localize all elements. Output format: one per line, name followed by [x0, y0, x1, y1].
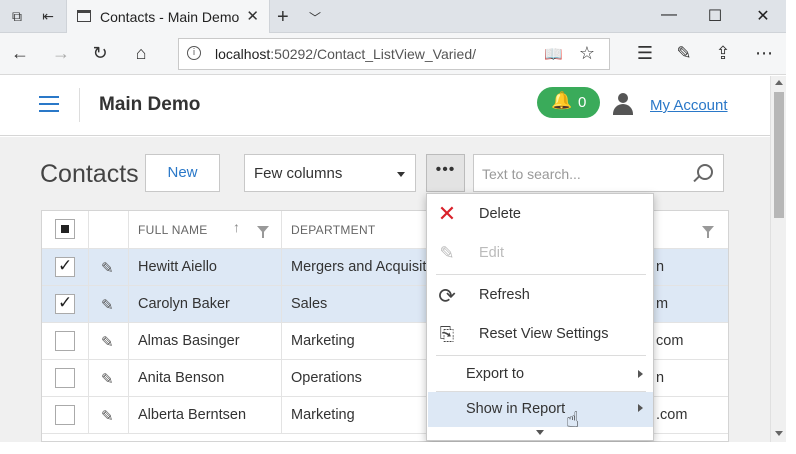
sort-ascending-icon[interactable]: ↑ — [233, 219, 240, 235]
search-input[interactable] — [482, 164, 682, 184]
menu-item-edit: ✎ Edit — [428, 235, 653, 273]
browser-titlebar: ⧉ ⇤ Contacts - Main Demo ✕ + ﹀ — ☐ ✕ — [0, 0, 796, 33]
pencil-icon: ✎ — [439, 243, 455, 264]
browser-tab[interactable]: Contacts - Main Demo ✕ — [66, 0, 270, 33]
address-bar[interactable]: i localhost:50292/Contact_ListView_Varie… — [178, 38, 610, 70]
filter-icon[interactable] — [257, 226, 269, 238]
app-header: Main Demo 🔔 0 My Account — [0, 76, 770, 136]
filter-icon[interactable] — [702, 226, 714, 238]
view-variant-select[interactable]: Few columns — [244, 154, 416, 192]
user-avatar-icon[interactable] — [612, 93, 634, 115]
view-variant-value: Few columns — [254, 165, 343, 182]
close-tab-icon[interactable]: ✕ — [246, 7, 259, 25]
row-checkbox[interactable] — [55, 256, 75, 277]
page-title: Contacts — [40, 160, 139, 188]
email-cell: m — [656, 296, 669, 312]
email-cell: n — [656, 259, 665, 275]
department-cell: Operations — [291, 370, 362, 386]
scroll-up-icon[interactable] — [775, 80, 783, 85]
more-actions-button[interactable]: ••• — [426, 154, 465, 192]
site-info-icon[interactable]: i — [187, 46, 201, 60]
scrollbar-thumb[interactable] — [774, 92, 784, 218]
set-tabs-aside-icon[interactable]: ⇤ — [40, 8, 56, 24]
favorites-hub-icon[interactable]: ☰ — [634, 42, 656, 64]
address-url[interactable]: localhost:50292/Contact_ListView_Varied/ — [215, 46, 476, 62]
window-border — [786, 0, 796, 454]
edit-pencil-icon[interactable]: ✎ — [101, 407, 114, 425]
notification-count: 0 — [578, 94, 587, 111]
browser-navbar: ← → ↻ ⌂ i localhost:50292/Contact_ListVi… — [0, 33, 796, 75]
hand-cursor-icon: ☝ — [566, 408, 580, 433]
new-button[interactable]: New — [145, 154, 220, 192]
email-cell: com — [656, 333, 684, 349]
menu-item-show-in-report[interactable]: Show in Report — [428, 392, 653, 427]
main-content: Contacts New Few columns ••• FULL NAME ↑… — [0, 137, 770, 442]
share-icon[interactable]: ⇪ — [712, 42, 734, 64]
back-icon[interactable]: ← — [9, 42, 31, 64]
column-header-full-name[interactable]: FULL NAME ↑ — [129, 211, 282, 248]
menu-item-export-to[interactable]: Export to — [428, 356, 653, 394]
my-account-link[interactable]: My Account — [650, 97, 728, 114]
menu-item-reset-view-settings[interactable]: ⎘ Reset View Settings — [428, 316, 653, 354]
forward-icon[interactable]: → — [50, 42, 72, 64]
full-name-cell: Anita Benson — [138, 370, 225, 386]
web-note-pen-icon[interactable]: ✎ — [673, 42, 695, 64]
app-title: Main Demo — [99, 94, 201, 115]
page-scrollbar[interactable] — [770, 76, 786, 442]
edit-pencil-icon[interactable]: ✎ — [101, 259, 114, 277]
edit-pencil-icon[interactable]: ✎ — [101, 333, 114, 351]
maximize-icon[interactable]: ☐ — [705, 6, 725, 26]
department-cell: Sales — [291, 296, 328, 312]
search-box — [473, 154, 724, 192]
tab-title: Contacts - Main Demo — [100, 9, 240, 25]
row-checkbox[interactable] — [55, 293, 75, 314]
submenu-arrow-icon — [638, 370, 643, 378]
department-cell: Marketing — [291, 333, 355, 349]
row-checkbox[interactable] — [55, 368, 75, 388]
close-window-icon[interactable]: ✕ — [753, 6, 773, 26]
menu-scroll-down-icon[interactable] — [536, 430, 544, 435]
more-options-icon[interactable]: ⋯ — [753, 42, 775, 64]
submenu-arrow-icon — [638, 404, 643, 412]
select-all-checkbox[interactable] — [55, 219, 75, 239]
bell-icon: 🔔 — [551, 91, 573, 110]
edit-pencil-icon[interactable]: ✎ — [101, 296, 114, 314]
minimize-icon[interactable]: — — [659, 6, 679, 24]
full-name-cell: Almas Basinger — [138, 333, 240, 349]
search-icon[interactable] — [697, 164, 713, 180]
menu-separator — [436, 274, 646, 275]
dropdown-caret-icon — [397, 172, 405, 177]
more-actions-menu: ✕ Delete ✎ Edit ⟳ Refresh ⎘ Reset View S… — [426, 193, 654, 441]
refresh-icon[interactable]: ↻ — [89, 42, 111, 64]
home-icon[interactable]: ⌂ — [130, 42, 152, 64]
row-checkbox[interactable] — [55, 331, 75, 351]
delete-x-icon: ✕ — [437, 202, 457, 227]
department-cell: Marketing — [291, 407, 355, 423]
reset-view-icon: ⎘ — [439, 324, 455, 345]
full-name-cell: Carolyn Baker — [138, 296, 230, 312]
scroll-down-icon[interactable] — [775, 431, 783, 436]
tab-actions-icon[interactable]: ⧉ — [9, 8, 25, 24]
reading-view-icon[interactable]: 📖 — [544, 45, 563, 63]
favorite-star-icon[interactable]: ☆ — [579, 43, 595, 64]
menu-item-refresh[interactable]: ⟳ Refresh — [428, 277, 653, 315]
notifications-button[interactable]: 🔔 0 — [537, 87, 600, 118]
page-favicon-icon — [77, 10, 91, 22]
header-divider — [79, 88, 80, 122]
full-name-cell: Alberta Berntsen — [138, 407, 247, 423]
new-tab-icon[interactable]: + — [277, 6, 289, 29]
menu-item-delete[interactable]: ✕ Delete — [428, 196, 653, 234]
refresh-icon: ⟳ — [438, 284, 456, 308]
window-border — [0, 442, 796, 454]
email-cell: .com — [656, 407, 688, 423]
hamburger-menu-icon[interactable] — [39, 96, 59, 112]
row-checkbox[interactable] — [55, 405, 75, 425]
tab-list-chevron-icon[interactable]: ﹀ — [309, 9, 321, 26]
email-cell: n — [656, 370, 665, 386]
full-name-cell: Hewitt Aiello — [138, 259, 217, 275]
edit-pencil-icon[interactable]: ✎ — [101, 370, 114, 388]
